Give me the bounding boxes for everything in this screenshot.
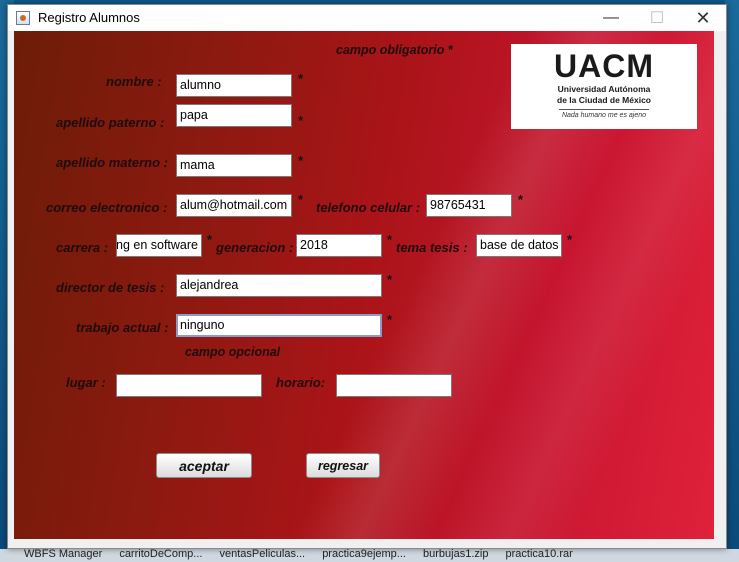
apellido-paterno-field[interactable]: papa (176, 104, 292, 127)
logo-divider (559, 109, 649, 110)
director-label: director de tesis : (56, 280, 165, 295)
trabajo-actual-required-mark: * (387, 312, 393, 327)
apellido-materno-label: apellido materno : (56, 155, 168, 170)
title-bar[interactable]: Registro Alumnos — ☐ ✕ (8, 5, 726, 31)
telefono-label: telefono celular : (316, 200, 421, 215)
desktop-right-edge (725, 0, 739, 562)
horario-field[interactable] (336, 374, 452, 397)
director-required-mark: * (387, 272, 393, 287)
taskbar-item-wbfs[interactable]: WBFS Manager (24, 549, 102, 560)
tema-tesis-label: tema tesis : (396, 240, 468, 255)
taskbar-item-practica10[interactable]: practica10.rar (506, 549, 573, 560)
uacm-logo: UACM Universidad Autónoma de la Ciudad d… (511, 44, 697, 129)
nombre-field[interactable]: alumno (176, 74, 292, 97)
correo-field[interactable]: alum@hotmail.com (176, 194, 292, 217)
telefono-field[interactable]: 98765431 (426, 194, 512, 217)
tema-tesis-required-mark: * (567, 232, 573, 247)
generacion-label: generacion : (216, 240, 294, 255)
nombre-label: nombre : (106, 74, 162, 89)
carrera-required-mark: * (207, 232, 213, 247)
taskbar: WBFS Manager carritoDeComp... ventasPeli… (0, 549, 739, 562)
logo-line2: de la Ciudad de México (557, 95, 651, 105)
lugar-label: lugar : (66, 375, 106, 390)
tema-tesis-field[interactable]: base de datos (476, 234, 562, 257)
lugar-field[interactable] (116, 374, 262, 397)
correo-required-mark: * (298, 192, 304, 207)
carrera-label: carrera : (56, 240, 109, 255)
correo-label: correo electronico : (46, 200, 168, 215)
telefono-required-mark: * (518, 192, 524, 207)
nombre-required-mark: * (298, 71, 304, 86)
generacion-required-mark: * (387, 232, 393, 247)
logo-motto: Nada humano me es ajeno (561, 112, 647, 119)
apellido-paterno-required-mark: * (298, 113, 304, 128)
form-panel: campo obligatorio * UACM Universidad Aut… (14, 31, 714, 539)
close-button[interactable]: ✕ (680, 5, 726, 31)
logo-acronym: UACM (554, 48, 654, 84)
logo-line1: Universidad Autónoma (557, 84, 651, 94)
trabajo-actual-field[interactable]: ninguno (176, 314, 382, 337)
taskbar-item-burbujas[interactable]: burbujas1.zip (423, 549, 488, 560)
carrera-field[interactable]: ing en software (116, 234, 202, 257)
minimize-button[interactable]: — (588, 5, 634, 31)
taskbar-item-carrito[interactable]: carritoDeComp... (119, 549, 202, 560)
optional-note: campo opcional (185, 345, 281, 359)
generacion-field[interactable]: 2018 (296, 234, 382, 257)
taskbar-item-practica9[interactable]: practica9ejemp... (322, 549, 406, 560)
regresar-button[interactable]: regresar (306, 453, 380, 478)
apellido-materno-required-mark: * (298, 153, 304, 168)
horario-label: horario: (276, 375, 326, 390)
java-app-icon (16, 11, 30, 25)
required-note: campo obligatorio * (336, 43, 453, 57)
apellido-materno-field[interactable]: mama (176, 154, 292, 177)
maximize-button[interactable]: ☐ (634, 5, 680, 31)
window-title: Registro Alumnos (38, 10, 140, 25)
director-field[interactable]: alejandrea (176, 274, 382, 297)
registro-window: Registro Alumnos — ☐ ✕ campo obligatorio… (7, 4, 727, 549)
taskbar-item-ventas[interactable]: ventasPeliculas... (220, 549, 306, 560)
trabajo-actual-label: trabajo actual : (76, 320, 169, 335)
apellido-paterno-label: apellido paterno : (56, 115, 165, 130)
aceptar-button[interactable]: aceptar (156, 453, 252, 478)
